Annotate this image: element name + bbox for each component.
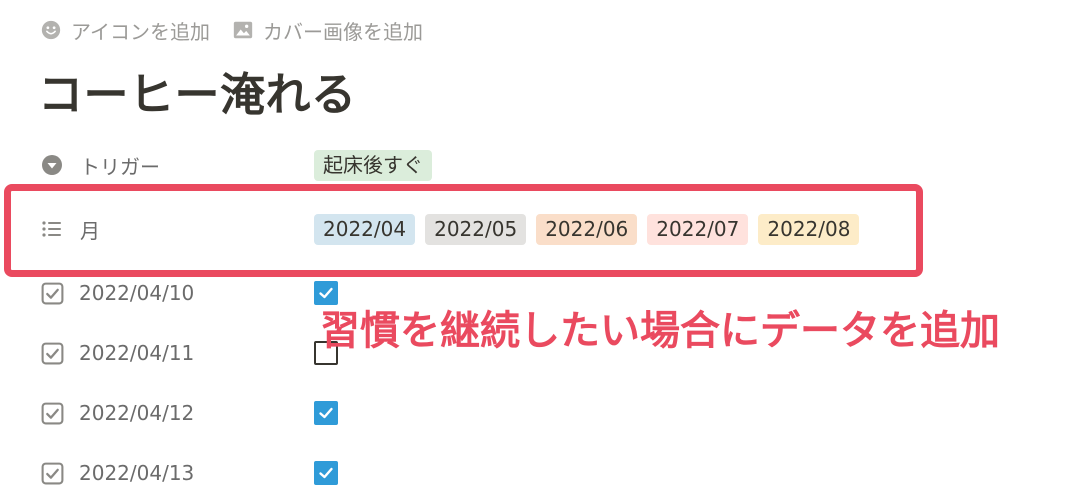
select-icon	[40, 153, 64, 177]
property-name-checkbox[interactable]: 2022/04/10	[40, 281, 314, 306]
check-icon	[319, 407, 333, 419]
check-icon	[319, 467, 333, 479]
checkbox-checked[interactable]	[314, 401, 338, 425]
property-name-checkbox[interactable]: 2022/04/12	[40, 401, 314, 426]
property-label-date: 2022/04/12	[79, 401, 195, 425]
property-name-checkbox[interactable]: 2022/04/11	[40, 341, 314, 366]
select-tag[interactable]: 起床後すぐ	[314, 149, 432, 181]
property-label-date: 2022/04/13	[79, 461, 195, 485]
property-row-checkbox[interactable]: 2022/04/12	[40, 396, 338, 430]
page-title[interactable]: コーヒー淹れる	[38, 58, 357, 123]
property-row-checkbox[interactable]: 2022/04/11	[40, 336, 338, 370]
checkbox-property-icon	[41, 282, 64, 304]
property-row-checkbox[interactable]: 2022/04/10	[40, 276, 338, 310]
property-row-checkbox[interactable]: 2022/04/13	[40, 456, 338, 490]
page-actions: アイコンを追加 カバー画像を追加	[40, 16, 445, 44]
property-label-trigger: トリガー	[80, 154, 160, 179]
checkbox-property-icon	[41, 462, 64, 484]
add-cover-button[interactable]: カバー画像を追加	[232, 16, 423, 45]
highlight-box	[4, 184, 923, 277]
add-icon-button[interactable]: アイコンを追加	[40, 16, 210, 45]
checkbox-checked[interactable]	[314, 461, 338, 485]
image-icon	[233, 21, 253, 39]
add-cover-label: カバー画像を追加	[263, 19, 423, 44]
checkbox-property-icon	[41, 342, 64, 364]
annotation-text: 習慣を継続したい場合にデータを追加	[320, 308, 1000, 354]
property-row-trigger[interactable]: トリガー 起床後すぐ	[40, 148, 900, 182]
property-value-trigger[interactable]: 起床後すぐ	[314, 149, 442, 181]
smiley-icon	[41, 20, 61, 40]
property-label-date: 2022/04/11	[79, 341, 195, 365]
checkbox-property-icon	[41, 402, 64, 424]
property-label-date: 2022/04/10	[79, 281, 195, 305]
property-name-checkbox[interactable]: 2022/04/13	[40, 461, 314, 486]
property-name-trigger[interactable]: トリガー	[40, 151, 314, 180]
add-icon-label: アイコンを追加	[71, 19, 210, 44]
